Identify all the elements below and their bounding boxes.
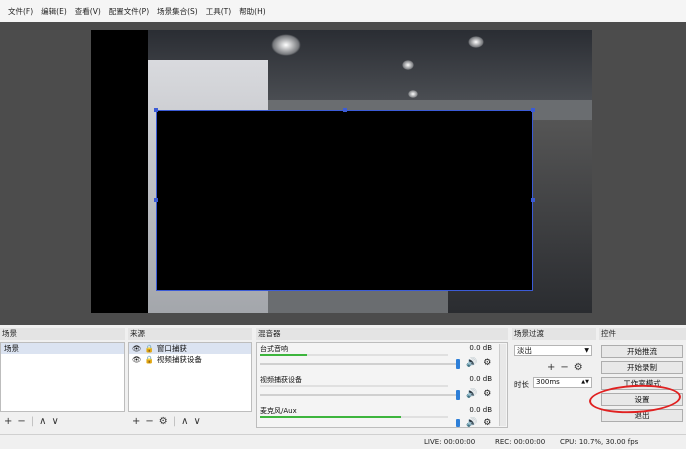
window-capture-source-bounds[interactable] [154, 108, 535, 291]
spin-arrows-icon[interactable]: ▲▼ [581, 378, 589, 387]
gear-icon[interactable]: ⚙ [483, 358, 491, 368]
transitions-dock-title: 场景过渡 [512, 328, 596, 340]
sources-toolbar: + − ⚙ | ∧ ∨ [132, 415, 201, 427]
menu-edit[interactable]: 编辑(E) [37, 6, 71, 17]
meter-fill [260, 354, 307, 356]
mixer-channel-db: 0.0 dB [469, 375, 492, 383]
source-item[interactable]: 👁 🔒 视频捕获设备 [129, 354, 251, 365]
add-icon[interactable]: + [132, 416, 140, 427]
speaker-icon[interactable]: 🔊 [466, 389, 477, 399]
sources-dock-title: 来源 [128, 328, 252, 340]
move-down-icon[interactable]: ∨ [193, 416, 200, 427]
controls-dock-title: 控件 [599, 328, 686, 340]
add-icon[interactable]: + [4, 416, 12, 427]
sources-list[interactable]: 👁 🔒 窗口捕获 👁 🔒 视频捕获设备 [128, 342, 252, 412]
mixer-channel-name: 麦克风/Aux [260, 407, 297, 415]
eye-icon[interactable]: 👁 [132, 354, 142, 365]
mixer-channel-name: 台式音响 [260, 345, 288, 353]
remove-icon[interactable]: − [17, 416, 25, 427]
start-recording-button[interactable]: 开始录制 [601, 361, 683, 374]
transition-select[interactable]: 淡出 ▼ [514, 345, 592, 356]
meter-fill [260, 416, 401, 418]
volume-meter [260, 416, 448, 418]
cpu-fps: CPU: 10.7%, 30.00 fps [560, 438, 639, 446]
scenes-dock-title: 场景 [0, 328, 125, 340]
move-down-icon[interactable]: ∨ [51, 416, 58, 427]
add-icon[interactable]: + [547, 362, 555, 373]
eye-icon[interactable]: 👁 [132, 343, 142, 354]
gear-icon[interactable]: ⚙ [483, 418, 491, 428]
lock-icon[interactable]: 🔒 [145, 354, 154, 365]
move-up-icon[interactable]: ∧ [39, 416, 46, 427]
move-up-icon[interactable]: ∧ [181, 416, 188, 427]
speaker-icon[interactable]: 🔊 [466, 358, 477, 368]
scenes-list[interactable]: 场景 [0, 342, 125, 412]
lock-icon[interactable]: 🔒 [145, 343, 154, 354]
volume-slider-handle[interactable] [456, 390, 460, 400]
mixer-channel-db: 0.0 dB [469, 406, 492, 414]
duration-label: 时长 [514, 380, 529, 389]
gear-icon[interactable]: ⚙ [159, 416, 168, 427]
menu-tools[interactable]: 工具(T) [202, 6, 235, 17]
rec-timer: REC: 00:00:00 [495, 438, 546, 446]
mixer-scrollbar[interactable] [499, 344, 506, 426]
live-timer: LIVE: 00:00:00 [424, 438, 476, 446]
menu-view[interactable]: 查看(V) [71, 6, 105, 17]
mixer-channel-name: 视频捕获设备 [260, 376, 302, 384]
scene-item[interactable]: 场景 [1, 343, 124, 354]
menu-file[interactable]: 文件(F) [4, 6, 37, 17]
volume-slider-handle[interactable] [456, 419, 460, 427]
scenes-toolbar: + − | ∧ ∨ [4, 415, 59, 427]
menu-bar: 文件(F) 编辑(E) 查看(V) 配置文件(P) 场景集合(S) 工具(T) … [0, 0, 686, 22]
volume-meter [260, 385, 448, 387]
menu-scene-collection[interactable]: 场景集合(S) [153, 6, 202, 17]
menu-profile[interactable]: 配置文件(P) [105, 6, 153, 17]
volume-slider[interactable] [260, 394, 456, 396]
gear-icon[interactable]: ⚙ [574, 362, 583, 373]
start-streaming-button[interactable]: 开始推流 [601, 345, 683, 358]
menu-help[interactable]: 帮助(H) [235, 6, 270, 17]
status-bar: LIVE: 00:00:00 REC: 00:00:00 CPU: 10.7%,… [0, 434, 686, 449]
duration-spinbox[interactable]: 300ms ▲▼ [533, 377, 592, 388]
speaker-icon[interactable]: 🔊 [466, 418, 477, 428]
mixer-channel-db: 0.0 dB [469, 344, 492, 352]
volume-slider-handle[interactable] [456, 359, 460, 369]
volume-meter [260, 354, 448, 356]
chevron-down-icon: ▼ [584, 347, 589, 354]
volume-slider[interactable] [260, 363, 456, 365]
source-item[interactable]: 👁 🔒 窗口捕获 [129, 343, 251, 354]
remove-icon[interactable]: − [145, 416, 153, 427]
remove-icon[interactable]: − [560, 362, 568, 373]
mixer-dock-title: 混音器 [256, 328, 508, 340]
gear-icon[interactable]: ⚙ [483, 389, 491, 399]
transitions-toolbar: + − ⚙ [543, 360, 593, 374]
